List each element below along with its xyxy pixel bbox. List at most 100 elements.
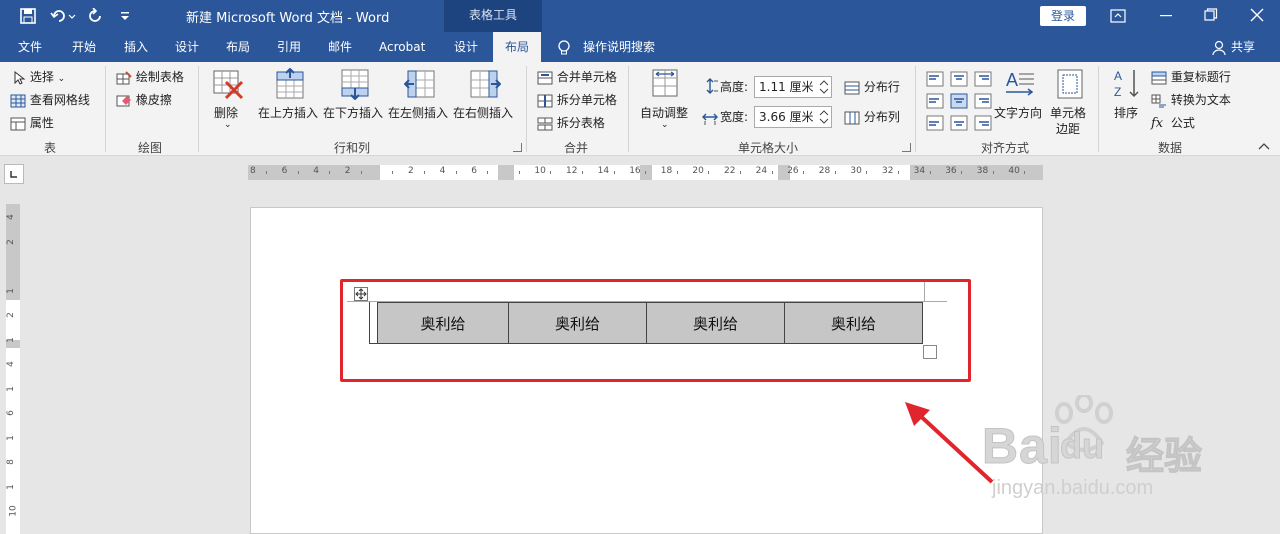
- tab-home[interactable]: 开始: [72, 32, 96, 62]
- cell-size-dialog-launcher[interactable]: [902, 143, 911, 152]
- ruler-tick-mark: [297, 171, 299, 174]
- insert-left-label: 在左侧插入: [388, 106, 449, 120]
- ruler-tick-label: 38: [976, 166, 989, 176]
- tab-design[interactable]: 设计: [175, 32, 199, 62]
- ruler-tick-label: 8: [250, 166, 256, 176]
- insert-left-icon: [404, 70, 435, 98]
- sort-label: 排序: [1114, 106, 1139, 120]
- highlight-box: [340, 279, 971, 382]
- tab-acrobat[interactable]: Acrobat: [379, 32, 425, 62]
- properties-button[interactable]: 属性: [10, 114, 54, 132]
- vruler-tick-label: 1: [5, 385, 16, 392]
- distribute-columns-label: 分布列: [863, 110, 900, 124]
- undo-icon[interactable]: [50, 8, 76, 24]
- horizontal-ruler[interactable]: 8 6 4 2 2 4 6 10 12 14 16 18 20 22 24 26 28 30 32 34 36 38 40: [248, 165, 1043, 180]
- eraser-icon: [116, 95, 131, 106]
- vertical-ruler[interactable]: 4 2 1 2 1 4 1 6 1 8 1 10: [4, 204, 22, 534]
- minimize-icon[interactable]: [1160, 14, 1174, 18]
- ruler-tick-mark: [266, 171, 267, 174]
- height-spinbox[interactable]: 1.11 厘米: [754, 76, 832, 98]
- window-title: 新建 Microsoft Word 文档 - Word: [186, 11, 390, 26]
- redo-icon[interactable]: [88, 8, 104, 24]
- group-label-cell-size: 单元格大小: [737, 141, 798, 155]
- close-icon[interactable]: [1250, 8, 1264, 22]
- tab-file[interactable]: 文件: [18, 32, 42, 62]
- tab-references[interactable]: 引用: [277, 32, 301, 62]
- split-table-button[interactable]: 拆分表格: [537, 114, 605, 132]
- insert-right-button[interactable]: 在右侧插入: [453, 68, 517, 126]
- group-separator: [526, 66, 527, 152]
- view-gridlines-button[interactable]: 查看网格线: [10, 91, 90, 109]
- ruler-tick-label: 30: [850, 166, 862, 176]
- spin-arrows-icon[interactable]: [819, 79, 829, 95]
- tab-table-layout[interactable]: 布局: [493, 32, 541, 62]
- cursor-icon: [14, 70, 26, 85]
- cell-margins-label-1: 单元格: [1050, 106, 1087, 120]
- ruler-tick-label: 2: [344, 166, 351, 176]
- ruler-tick-label: 16: [629, 166, 641, 176]
- split-cells-button[interactable]: 拆分单元格: [537, 91, 617, 109]
- ruler-tick-label: 4: [313, 166, 319, 176]
- rows-columns-dialog-launcher[interactable]: [513, 143, 522, 152]
- vruler-tick-label: 1: [5, 434, 16, 441]
- cell-margins-button[interactable]: 单元格 边距: [1048, 68, 1092, 140]
- tab-table-design[interactable]: 设计: [454, 32, 478, 62]
- group-label-rows-columns: 行和列: [333, 141, 370, 155]
- signin-button[interactable]: 登录: [1040, 6, 1086, 26]
- svg-text:A: A: [1114, 69, 1122, 83]
- convert-to-text-button[interactable]: 转换为文本: [1151, 91, 1231, 109]
- split-table-label: 拆分表格: [556, 116, 605, 130]
- ruler-tick-mark: [992, 171, 994, 174]
- customize-qat-icon[interactable]: [120, 12, 130, 22]
- ruler-tick-mark: [645, 171, 647, 174]
- ruler-tick-label: 24: [755, 166, 768, 176]
- repeat-header-icon: [1151, 71, 1167, 84]
- eraser-label: 橡皮擦: [135, 93, 172, 107]
- collapse-ribbon-icon[interactable]: [1258, 142, 1270, 150]
- delete-button[interactable]: 删除 ⌄: [208, 68, 248, 132]
- select-button[interactable]: 选择 ⌄: [12, 68, 65, 88]
- ruler-tick-label: 12: [566, 166, 578, 176]
- merge-cells-button[interactable]: 合并单元格: [537, 68, 617, 86]
- ribbon: 选择 ⌄ 查看网格线 属性 表 绘制表格 橡皮擦 绘图 删除 ⌄ 在上方插入 在…: [0, 62, 1280, 156]
- ruler-tick-mark: [392, 171, 394, 174]
- text-direction-label: 文字方向: [994, 106, 1043, 120]
- distribute-rows-button[interactable]: 分布行: [844, 78, 900, 96]
- vruler-tick-label: 1: [5, 287, 16, 294]
- tab-layout[interactable]: 布局: [226, 32, 250, 62]
- vruler-ticks: 4 2 1 2 1 4 1 6 1 8 1 10: [6, 204, 20, 534]
- tab-mailings[interactable]: 邮件: [328, 32, 352, 62]
- ruler-tick-mark: [550, 171, 552, 174]
- group-label-data: 数据: [1157, 141, 1182, 155]
- ruler-tick-label: 4: [439, 166, 446, 176]
- ruler-tick-mark: [329, 171, 331, 174]
- gridlines-icon: [10, 94, 26, 107]
- spin-arrows-icon[interactable]: [819, 109, 829, 125]
- tell-me-search[interactable]: 操作说明搜索: [583, 32, 655, 62]
- sort-button[interactable]: AZ 排序: [1108, 68, 1144, 128]
- restore-icon[interactable]: [1204, 8, 1218, 22]
- formula-button[interactable]: fx 公式: [1151, 114, 1195, 133]
- tab-selector[interactable]: [4, 164, 24, 184]
- select-label: 选择: [29, 70, 54, 84]
- text-direction-button[interactable]: A 文字方向: [994, 68, 1044, 128]
- draw-table-button[interactable]: 绘制表格: [116, 68, 184, 86]
- tab-insert[interactable]: 插入: [124, 32, 148, 62]
- ribbon-display-options-icon[interactable]: [1110, 8, 1126, 24]
- insert-left-button[interactable]: 在左侧插入: [388, 68, 452, 126]
- distribute-columns-button[interactable]: 分布列: [844, 108, 900, 126]
- ruler-tick-mark: [1024, 171, 1026, 174]
- insert-above-button[interactable]: 在上方插入: [258, 68, 322, 126]
- group-separator: [198, 66, 199, 152]
- ruler-tick-label: 2: [408, 166, 414, 176]
- watermark-text-jingyan: 经验: [1125, 434, 1203, 479]
- eraser-button[interactable]: 橡皮擦: [116, 91, 172, 109]
- insert-below-button[interactable]: 在下方插入: [323, 68, 387, 126]
- share-button[interactable]: 共享: [1231, 32, 1255, 62]
- left-tab-icon: [10, 171, 17, 178]
- save-icon[interactable]: [20, 8, 36, 24]
- repeat-header-rows-button[interactable]: 重复标题行: [1151, 68, 1231, 86]
- ruler-tick-label: 20: [692, 166, 704, 176]
- autofit-button[interactable]: 自动调整 ⌄: [636, 68, 694, 132]
- width-spinbox[interactable]: 3.66 厘米: [754, 106, 832, 128]
